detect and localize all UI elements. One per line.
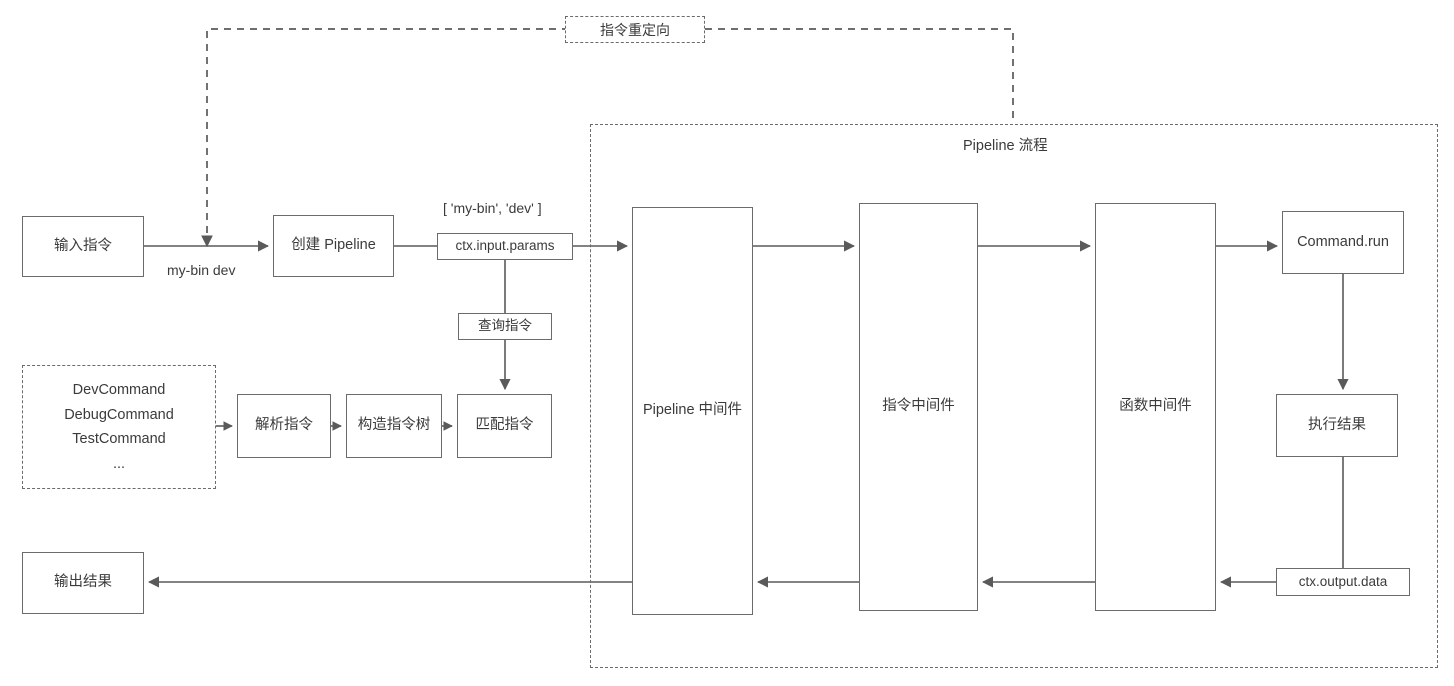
list-item: DevCommand (72, 382, 166, 398)
list-item: ... (112, 455, 126, 472)
node-match-command[interactable]: 匹配指令 (457, 394, 552, 458)
node-pipeline-middleware[interactable]: Pipeline 中间件 (632, 207, 753, 615)
edge-label-my-bin-dev: my-bin dev (167, 262, 236, 278)
node-ctx-output-data[interactable]: ctx.output.data (1276, 568, 1410, 596)
node-parse-command[interactable]: 解析指令 (237, 394, 331, 458)
node-ctx-input-params[interactable]: ctx.input.params (437, 233, 573, 260)
edge-label-params-array: [ 'my-bin', 'dev' ] (443, 200, 542, 216)
command-redirect-label-box: 指令重定向 (565, 16, 705, 43)
node-build-command-tree[interactable]: 构造指令树 (346, 394, 442, 458)
pipeline-flow-region-label: Pipeline 流程 (963, 138, 1048, 154)
list-item: DebugCommand (64, 406, 174, 423)
node-command-run[interactable]: Command.run (1282, 211, 1404, 274)
node-query-command[interactable]: 查询指令 (458, 313, 552, 340)
node-output-result[interactable]: 输出结果 (22, 552, 144, 614)
node-create-pipeline[interactable]: 创建 Pipeline (273, 215, 394, 277)
node-function-middleware[interactable]: 函数中间件 (1095, 203, 1216, 611)
command-class-list: DevCommand DebugCommand TestCommand ... (22, 365, 216, 489)
node-input-command[interactable]: 输入指令 (22, 216, 144, 277)
node-execution-result[interactable]: 执行结果 (1276, 394, 1398, 457)
diagram-canvas: Pipeline 流程 指令重定向 输入指令 创建 Pipeline ctx.i… (0, 0, 1454, 686)
list-item: TestCommand (72, 431, 166, 447)
node-command-middleware[interactable]: 指令中间件 (859, 203, 978, 611)
